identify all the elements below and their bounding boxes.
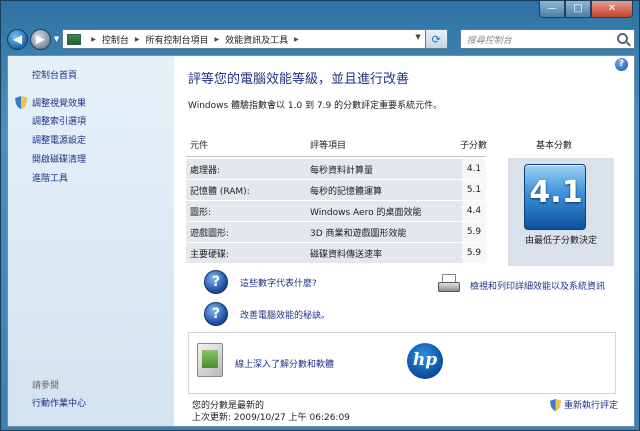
row-component: 處理器: xyxy=(190,166,221,176)
software-box-icon xyxy=(197,343,223,377)
sidebar-item-visual-effects[interactable]: 調整視覺效果 xyxy=(32,96,86,109)
breadcrumb-chevron-icon[interactable]: ▶ xyxy=(215,36,220,43)
breadcrumb-all-items[interactable]: 所有控制台項目 xyxy=(146,33,209,46)
breadcrumb-chevron-icon[interactable]: ▶ xyxy=(294,36,299,43)
question-icon: ? xyxy=(204,302,228,326)
printer-icon xyxy=(436,274,462,296)
sidebar-item-home[interactable]: 控制台首頁 xyxy=(32,68,77,81)
minimize-button[interactable]: — xyxy=(539,1,565,18)
row-component: 圖形: xyxy=(190,208,212,218)
what-mean-link-row[interactable]: ? 這些數字代表什麼? xyxy=(204,270,317,294)
row-component: 記憶體 (RAM): xyxy=(190,187,250,197)
print-details-link-row[interactable]: 檢視和列印詳細效能以及系統資訊 xyxy=(436,274,605,296)
content-area: 控制台首頁 調整視覺效果 調整索引選項 調整電源設定 開啟磁碟清理 進階工具 請… xyxy=(7,55,635,427)
print-details-link[interactable]: 檢視和列印詳細效能以及系統資訊 xyxy=(470,279,605,292)
rerun-assessment-button[interactable]: 重新執行評定 xyxy=(549,398,618,411)
header-subscore: 子分數 xyxy=(460,141,488,151)
row-component: 主要硬碟: xyxy=(190,250,230,260)
row-rating: 每秒的記憶體運算 xyxy=(310,187,383,197)
row-subscore: 5.9 xyxy=(462,222,486,242)
row-rating: Windows Aero 的桌面效能 xyxy=(310,208,422,218)
row-subscore: 4.4 xyxy=(462,201,486,221)
search-placeholder: 搜尋控制台 xyxy=(466,35,512,46)
score-table: 元件 評等項目 子分數 基本分數 處理器: 每秒資料計算量 4.1 記憶體 (R… xyxy=(186,130,614,266)
sidebar-item-advanced-tools[interactable]: 進階工具 xyxy=(32,171,68,184)
address-bar[interactable]: ▶ 控制台 ▶ 所有控制台項目 ▶ 效能資訊及工具 ▶ ▼ xyxy=(62,29,426,49)
sidebar-item-power[interactable]: 調整電源設定 xyxy=(32,133,86,146)
row-rating: 磁碟資料傳送速率 xyxy=(310,250,383,260)
what-mean-link[interactable]: 這些數字代表什麼? xyxy=(240,276,317,289)
improve-link-row[interactable]: ? 改善電腦效能的秘訣。 xyxy=(204,302,330,326)
base-score-caption: 由最低子分數決定 xyxy=(524,236,597,246)
table-row: 記憶體 (RAM): 每秒的記憶體運算 5.1 xyxy=(186,180,486,201)
improve-tips-link[interactable]: 改善電腦效能的秘訣。 xyxy=(240,308,330,321)
shield-icon xyxy=(549,398,561,411)
table-row: 處理器: 每秒資料計算量 4.1 xyxy=(186,159,486,180)
search-input[interactable]: 搜尋控制台 xyxy=(459,29,635,49)
help-icon[interactable]: ? xyxy=(615,58,628,71)
last-update: 上次更新: 2009/10/27 上午 06:26:09 xyxy=(192,413,350,423)
hp-logo-icon[interactable]: hp xyxy=(407,343,443,379)
breadcrumb-performance[interactable]: 效能資訊及工具 xyxy=(225,33,288,46)
sidebar-item-action-center[interactable]: 行動作業中心 xyxy=(32,396,86,409)
row-subscore: 4.1 xyxy=(462,159,486,179)
online-promo-box: 線上深入了解分數和軟體 hp xyxy=(188,332,616,394)
learn-more-online-link[interactable]: 線上深入了解分數和軟體 xyxy=(235,357,334,370)
window-frame: — □ ✕ ◀ ▶ ▼ ▶ 控制台 ▶ 所有控制台項目 ▶ 效能資訊及工具 ▶ … xyxy=(0,0,640,431)
main-panel: ? 評等您的電腦效能等級，並且進行改善 Windows 體驗指數會以 1.0 到… xyxy=(174,56,634,426)
caption-buttons: — □ ✕ xyxy=(539,1,633,18)
maximize-button[interactable]: □ xyxy=(565,1,591,18)
breadcrumb-control-panel[interactable]: 控制台 xyxy=(102,33,129,46)
table-row: 主要硬碟: 磁碟資料傳送速率 5.9 xyxy=(186,243,486,264)
row-rating: 每秒資料計算量 xyxy=(310,166,374,176)
search-icon[interactable] xyxy=(617,33,628,44)
header-divider xyxy=(186,156,486,157)
sidebar-item-disk-cleanup[interactable]: 開啟磁碟清理 xyxy=(32,152,86,165)
base-score-tile: 4.1 xyxy=(524,164,586,230)
page-title: 評等您的電腦效能等級，並且進行改善 xyxy=(188,72,410,87)
row-rating: 3D 商業和遊戲圖形效能 xyxy=(310,229,407,239)
forward-arrow-icon: ▶ xyxy=(35,32,45,46)
see-also-label: 請參閱 xyxy=(32,381,60,391)
back-button[interactable]: ◀ xyxy=(7,28,28,50)
header-component: 元件 xyxy=(190,141,209,151)
address-dropdown-icon[interactable]: ▼ xyxy=(415,33,420,41)
sidebar-item-indexing[interactable]: 調整索引選項 xyxy=(32,114,86,127)
question-icon: ? xyxy=(204,270,228,294)
navigation-bar: ◀ ▶ ▼ ▶ 控制台 ▶ 所有控制台項目 ▶ 效能資訊及工具 ▶ ▼ ⟳ 搜尋… xyxy=(7,27,635,51)
sidebar: 控制台首頁 調整視覺效果 調整索引選項 調整電源設定 開啟磁碟清理 進階工具 請… xyxy=(8,56,174,426)
table-row: 遊戲圖形: 3D 商業和遊戲圖形效能 5.9 xyxy=(186,222,486,243)
row-subscore: 5.1 xyxy=(462,180,486,200)
forward-button[interactable]: ▶ xyxy=(29,28,51,50)
refresh-icon: ⟳ xyxy=(431,32,441,46)
header-rating: 評等項目 xyxy=(310,141,347,151)
back-arrow-icon: ◀ xyxy=(12,32,23,46)
rerun-label[interactable]: 重新執行評定 xyxy=(564,398,618,411)
header-basescore: 基本分數 xyxy=(536,141,573,151)
row-component: 遊戲圖形: xyxy=(190,229,230,239)
control-panel-icon xyxy=(67,33,82,45)
shield-icon xyxy=(15,96,27,109)
refresh-button[interactable]: ⟳ xyxy=(425,29,448,49)
base-score-panel: 4.1 由最低子分數決定 xyxy=(508,158,614,266)
breadcrumb-chevron-icon[interactable]: ▶ xyxy=(135,36,140,43)
row-subscore: 5.9 xyxy=(462,243,486,263)
table-row: 圖形: Windows Aero 的桌面效能 4.4 xyxy=(186,201,486,222)
close-button[interactable]: ✕ xyxy=(591,1,633,18)
base-score-value: 4.1 xyxy=(529,175,583,210)
recent-pages-dropdown-icon[interactable]: ▼ xyxy=(54,35,59,43)
breadcrumb-chevron-icon[interactable]: ▶ xyxy=(91,36,96,43)
page-description: Windows 體驗指數會以 1.0 到 7.9 的分數評定重要系統元件。 xyxy=(188,101,443,111)
